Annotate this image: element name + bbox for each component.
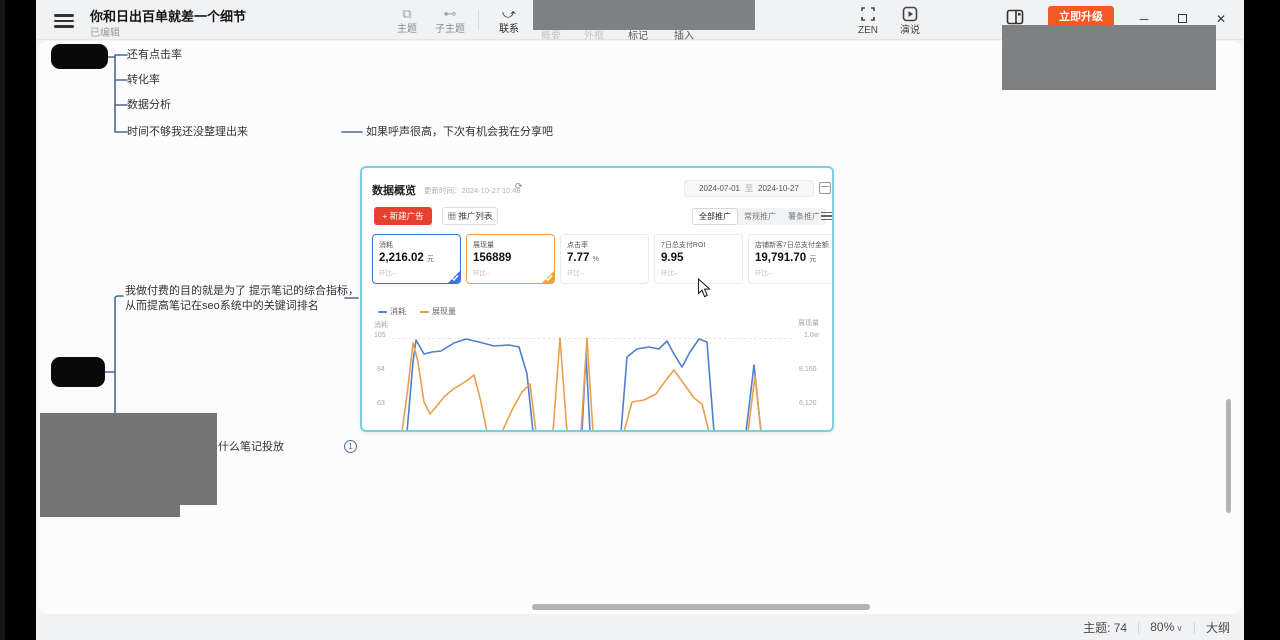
- mindmap-node[interactable]: 数据分析: [127, 98, 171, 113]
- redaction-box: [40, 413, 217, 505]
- vertical-scrollbar[interactable]: [1226, 399, 1231, 513]
- metric-card-roi[interactable]: 7日总支付ROI 9.95 环比--: [654, 234, 743, 284]
- zen-mode-button[interactable]: ZEN: [846, 5, 890, 37]
- redacted-topic-node[interactable]: [51, 44, 108, 69]
- menu-icon[interactable]: [54, 11, 74, 29]
- toolbar-divider: [478, 10, 479, 30]
- promotion-tabs: 全部推广 常规推广 薯条推广: [692, 208, 826, 225]
- tab-regular-promotion[interactable]: 常规推广: [738, 208, 782, 225]
- document-status: 已编辑: [90, 24, 120, 39]
- letterbox-right: [1244, 0, 1280, 640]
- redaction-box: [40, 501, 180, 517]
- metric-card-impressions[interactable]: 展现量 156889 环比--: [466, 234, 555, 284]
- document-title: 你和日出百单就差一个细节: [90, 6, 246, 25]
- mindmap-node[interactable]: 转化率: [127, 73, 160, 88]
- letterbox-left: [0, 0, 36, 640]
- dashboard-updated-time: 更新时间：2024-10-27 10:48: [424, 185, 521, 196]
- dashboard-title: 数据概览: [372, 182, 416, 198]
- metric-card-new-customer-pay[interactable]: 店铺新客7日总支付金额 19,791.70 元 环比--: [748, 234, 834, 284]
- collapsed-count-badge[interactable]: 1: [344, 440, 357, 453]
- date-range-picker[interactable]: 2024-07-01 至 2024-10-27: [684, 180, 814, 197]
- redaction-box: [533, 0, 755, 30]
- status-bar: 主题: 74 | 80%∨ | 大纲: [36, 614, 1244, 640]
- line-chart: [387, 330, 834, 432]
- date-end: 2024-10-27: [758, 184, 799, 193]
- app-window: 你和日出百单就差一个细节 已编辑 ⧉ 主题 ⊷ 子主题 ⤻ 联系 概要 外框 标…: [36, 0, 1244, 640]
- mindmap-canvas[interactable]: 还有点击率 转化率 数据分析 时间不够我还没整理出来 如果呼声很高，下次有机会我…: [38, 41, 1242, 614]
- zoom-control[interactable]: 80%∨: [1150, 620, 1183, 634]
- present-icon: [888, 6, 932, 24]
- redaction-box: [1002, 25, 1216, 90]
- selected-check-icon: [447, 270, 461, 284]
- new-ad-button[interactable]: + 新建广告: [374, 207, 432, 225]
- subtopic-icon: ⊷: [428, 5, 472, 23]
- legend-item-spend[interactable]: 消耗: [378, 306, 406, 317]
- outline-button[interactable]: 大纲: [1206, 619, 1230, 636]
- tab-fries-promotion[interactable]: 薯条推广: [782, 208, 826, 225]
- topic-count: 主题: 74: [1083, 619, 1127, 636]
- redacted-topic-node[interactable]: [51, 357, 105, 387]
- y-tick: 84: [377, 366, 385, 373]
- subtopic-button[interactable]: ⊷ 子主题: [428, 5, 472, 36]
- tab-all-promotion[interactable]: 全部推广: [692, 208, 738, 225]
- left-axis-label: 消耗: [374, 320, 388, 330]
- y-tick: 63: [377, 400, 385, 407]
- mindmap-note-node[interactable]: 如果呼声很高，下次有机会我在分享吧: [366, 125, 553, 140]
- present-button[interactable]: 演说: [888, 5, 932, 37]
- chevron-down-icon: ∨: [1176, 623, 1183, 633]
- metric-list-icon[interactable]: [821, 210, 832, 221]
- legend-item-impressions[interactable]: 展现量: [420, 306, 456, 317]
- ad-list-button[interactable]: ▦ 推广列表: [442, 207, 498, 225]
- date-start: 2024-07-01: [699, 184, 740, 193]
- relation-icon: ⤻: [487, 5, 531, 23]
- zen-icon: [846, 6, 890, 24]
- calendar-icon[interactable]: [819, 182, 831, 194]
- mindmap-paid-node[interactable]: 我做付费的目的就是为了 提示笔记的综合指标， 从而提高笔记在seo系统中的关键词…: [125, 284, 359, 314]
- y-tick: 105: [374, 332, 386, 339]
- date-separator: 至: [745, 183, 753, 194]
- dashboard-image-node[interactable]: 数据概览 更新时间：2024-10-27 10:48 ⟳ 2024-07-01 …: [360, 166, 834, 432]
- topic-button[interactable]: ⧉ 主题: [385, 5, 429, 36]
- selected-check-icon: [541, 270, 555, 284]
- chart-legend: 消耗 展现量: [378, 306, 456, 317]
- metric-card-ctr[interactable]: 点击率 7.77 % 环比--: [560, 234, 649, 284]
- mindmap-node[interactable]: 还有点击率: [127, 48, 182, 63]
- topic-icon: ⧉: [385, 5, 429, 23]
- mindmap-node[interactable]: 时间不够我还没整理出来: [127, 125, 248, 140]
- metric-card-spend[interactable]: 消耗 2,216.02 元 环比--: [372, 234, 461, 284]
- right-axis-label: 展现量: [798, 318, 819, 328]
- screen: 你和日出百单就差一个细节 已编辑 ⧉ 主题 ⊷ 子主题 ⤻ 联系 概要 外框 标…: [0, 0, 1280, 640]
- refresh-icon[interactable]: ⟳: [515, 181, 523, 192]
- panel-toggle-icon[interactable]: [1006, 8, 1024, 26]
- horizontal-scrollbar[interactable]: [532, 604, 870, 610]
- relation-button[interactable]: ⤻ 联系: [487, 5, 531, 36]
- mindmap-partial-node[interactable]: 什么笔记投放: [218, 440, 284, 455]
